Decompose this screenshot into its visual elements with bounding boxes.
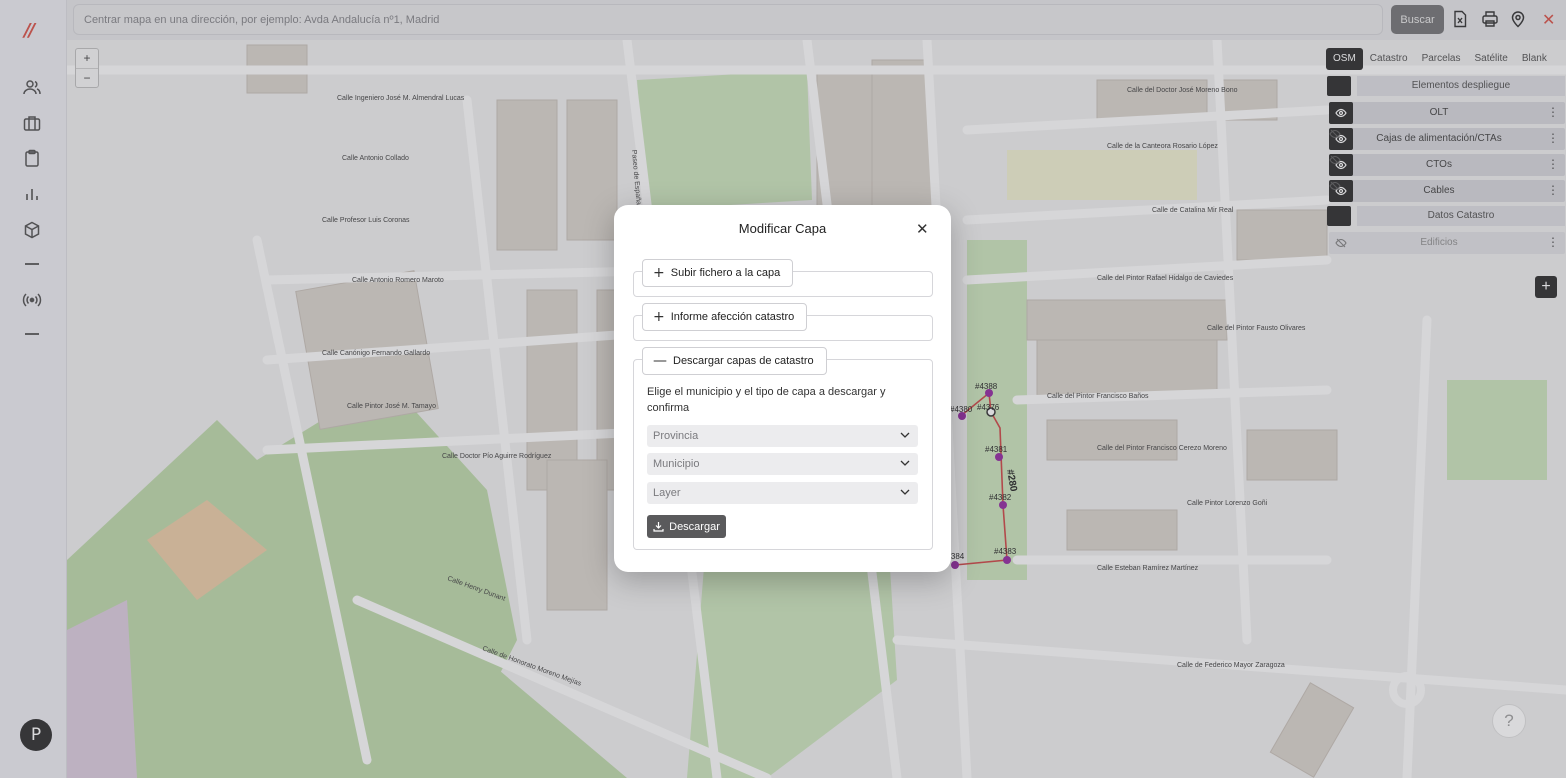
dialog-title: Modificar Capa xyxy=(738,221,827,236)
download-button[interactable]: Descargar xyxy=(647,515,726,538)
layer-select[interactable]: Layer xyxy=(647,482,918,504)
download-cadastre-label: Descargar capas de catastro xyxy=(673,355,814,367)
upload-file-label: Subir fichero a la capa xyxy=(670,267,781,279)
chevron-down-icon xyxy=(900,460,910,466)
province-select[interactable]: Provincia xyxy=(647,425,918,447)
plus-icon: + xyxy=(653,309,665,325)
cadastre-report-button[interactable]: + Informe afección catastro xyxy=(642,303,808,331)
upload-file-button[interactable]: + Subir fichero a la capa xyxy=(642,259,794,287)
plus-icon: + xyxy=(653,265,665,281)
minus-icon: — xyxy=(653,353,667,369)
download-button-label: Descargar xyxy=(669,520,720,533)
close-icon[interactable]: ✕ xyxy=(916,220,929,238)
download-cadastre-toggle[interactable]: — Descargar capas de catastro xyxy=(642,347,827,375)
cadastre-report-label: Informe afección catastro xyxy=(670,311,795,323)
municipality-select[interactable]: Municipio xyxy=(647,453,918,475)
chevron-down-icon xyxy=(900,489,910,495)
download-section: Elige el municipio y el tipo de capa a d… xyxy=(633,359,933,550)
download-description: Elige el municipio y el tipo de capa a d… xyxy=(647,386,886,414)
chevron-down-icon xyxy=(900,432,910,438)
modify-layer-dialog: Modificar Capa ✕ + Subir fichero a la ca… xyxy=(614,205,951,572)
download-icon xyxy=(653,522,664,532)
